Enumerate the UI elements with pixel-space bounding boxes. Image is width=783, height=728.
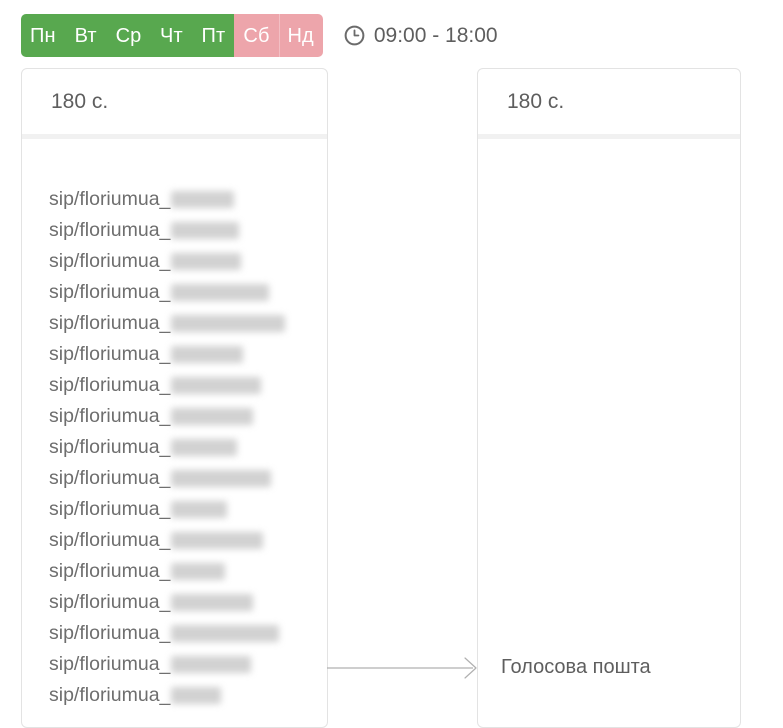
sip-group-card[interactable]: 180 с. sip/floriumua_ sip/floriumua_ sip/f… bbox=[21, 68, 328, 728]
sip-endpoint-suffix-redacted bbox=[171, 377, 262, 394]
sip-endpoint-prefix: sip/floriumua_ bbox=[49, 342, 171, 365]
day-badge-2[interactable]: Вт bbox=[64, 14, 107, 57]
day-of-week-badge-group[interactable]: Пн Вт Ср Чт Пт Сб Нд bbox=[21, 14, 323, 57]
sip-endpoint-prefix: sip/floriumua_ bbox=[49, 528, 171, 551]
sip-endpoint-row[interactable]: sip/floriumua_ bbox=[22, 587, 327, 618]
sip-endpoint-prefix: sip/floriumua_ bbox=[49, 187, 171, 210]
sip-endpoint-row[interactable]: sip/floriumua_ bbox=[22, 618, 327, 649]
sip-endpoint-prefix: sip/floriumua_ bbox=[49, 497, 171, 520]
sip-endpoint-prefix: sip/floriumua_ bbox=[49, 435, 171, 458]
work-time-text: 09:00 - 18:00 bbox=[373, 24, 498, 47]
sip-endpoint-row[interactable]: sip/floriumua_ bbox=[22, 525, 327, 556]
sip-endpoint-row[interactable]: sip/floriumua_ bbox=[22, 370, 327, 401]
sip-endpoint-suffix-redacted bbox=[171, 470, 272, 487]
sip-endpoint-suffix-redacted bbox=[171, 501, 228, 518]
sip-endpoint-prefix: sip/floriumua_ bbox=[49, 466, 171, 489]
sip-endpoint-suffix-redacted bbox=[171, 594, 254, 611]
sip-endpoint-row[interactable]: sip/floriumua_ bbox=[22, 494, 327, 525]
sip-endpoint-prefix: sip/floriumua_ bbox=[49, 590, 171, 613]
sip-endpoint-suffix-redacted bbox=[171, 222, 240, 239]
voicemail-timeout-label: 180 с. bbox=[507, 90, 565, 113]
sip-group-card-body: sip/floriumua_ sip/floriumua_ sip/floriumu… bbox=[22, 139, 327, 711]
voicemail-card[interactable]: 180 с. bbox=[477, 68, 741, 728]
arrow-right-icon bbox=[327, 657, 477, 679]
sip-endpoint-suffix-redacted bbox=[171, 346, 244, 363]
sip-endpoint-row[interactable]: sip/floriumua_ bbox=[22, 339, 327, 370]
clock-icon bbox=[344, 25, 365, 46]
sip-group-timeout-label: 180 с. bbox=[51, 90, 109, 113]
sip-endpoint-suffix-redacted bbox=[171, 191, 235, 208]
sip-endpoint-row[interactable]: sip/floriumua_ bbox=[22, 184, 327, 215]
sip-endpoint-suffix-redacted bbox=[171, 563, 226, 580]
sip-endpoint-suffix-redacted bbox=[171, 439, 238, 456]
sip-endpoint-row[interactable]: sip/floriumua_ bbox=[22, 401, 327, 432]
schedule-bar: Пн Вт Ср Чт Пт Сб Нд 09:00 - 18:00 bbox=[21, 14, 498, 57]
sip-endpoint-prefix: sip/floriumua_ bbox=[49, 311, 171, 334]
sip-endpoint-prefix: sip/floriumua_ bbox=[49, 404, 171, 427]
sip-endpoint-suffix-redacted bbox=[171, 687, 222, 704]
sip-endpoint-suffix-redacted bbox=[171, 408, 254, 425]
sip-endpoint-suffix-redacted bbox=[171, 532, 264, 549]
sip-endpoint-suffix-redacted bbox=[171, 656, 252, 673]
day-badge-4[interactable]: Чт bbox=[150, 14, 193, 57]
sip-endpoint-row[interactable]: sip/floriumua_ bbox=[22, 215, 327, 246]
voicemail-card-header: 180 с. bbox=[478, 69, 740, 134]
sip-endpoint-suffix-redacted bbox=[171, 315, 286, 332]
sip-endpoint-suffix-redacted bbox=[171, 253, 242, 270]
work-time-group: 09:00 - 18:00 bbox=[344, 25, 498, 46]
sip-endpoint-suffix-redacted bbox=[171, 625, 280, 642]
sip-endpoint-prefix: sip/floriumua_ bbox=[49, 652, 171, 675]
sip-endpoint-row[interactable]: sip/floriumua_ bbox=[22, 308, 327, 339]
sip-endpoint-suffix-redacted bbox=[171, 284, 270, 301]
sip-endpoint-row[interactable]: sip/floriumua_ bbox=[22, 463, 327, 494]
sip-endpoint-prefix: sip/floriumua_ bbox=[49, 559, 171, 582]
day-badge-6[interactable]: Сб bbox=[234, 14, 279, 57]
day-badge-7[interactable]: Нд bbox=[278, 14, 323, 57]
sip-endpoint-prefix: sip/floriumua_ bbox=[49, 621, 171, 644]
sip-endpoint-prefix: sip/floriumua_ bbox=[49, 683, 171, 706]
voicemail-label: Голосова пошта bbox=[501, 656, 651, 678]
sip-endpoint-row[interactable]: sip/floriumua_ bbox=[22, 680, 327, 711]
sip-endpoint-row[interactable]: sip/floriumua_ bbox=[22, 246, 327, 277]
sip-endpoint-row[interactable]: sip/floriumua_ bbox=[22, 649, 327, 680]
day-badge-3[interactable]: Ср bbox=[106, 14, 151, 57]
sip-endpoint-row[interactable]: sip/floriumua_ bbox=[22, 277, 327, 308]
sip-endpoint-prefix: sip/floriumua_ bbox=[49, 218, 171, 241]
sip-endpoint-prefix: sip/floriumua_ bbox=[49, 373, 171, 396]
sip-endpoint-row[interactable]: sip/floriumua_ bbox=[22, 556, 327, 587]
sip-endpoint-prefix: sip/floriumua_ bbox=[49, 249, 171, 272]
sip-endpoint-list: sip/floriumua_ sip/floriumua_ sip/floriumu… bbox=[22, 139, 327, 711]
day-badge-5[interactable]: Пт bbox=[192, 14, 235, 57]
day-badge-1[interactable]: Пн bbox=[21, 14, 65, 57]
card-header-divider bbox=[478, 134, 740, 139]
sip-group-card-header: 180 с. bbox=[22, 69, 327, 134]
sip-endpoint-row[interactable]: sip/floriumua_ bbox=[22, 432, 327, 463]
sip-endpoint-prefix: sip/floriumua_ bbox=[49, 280, 171, 303]
